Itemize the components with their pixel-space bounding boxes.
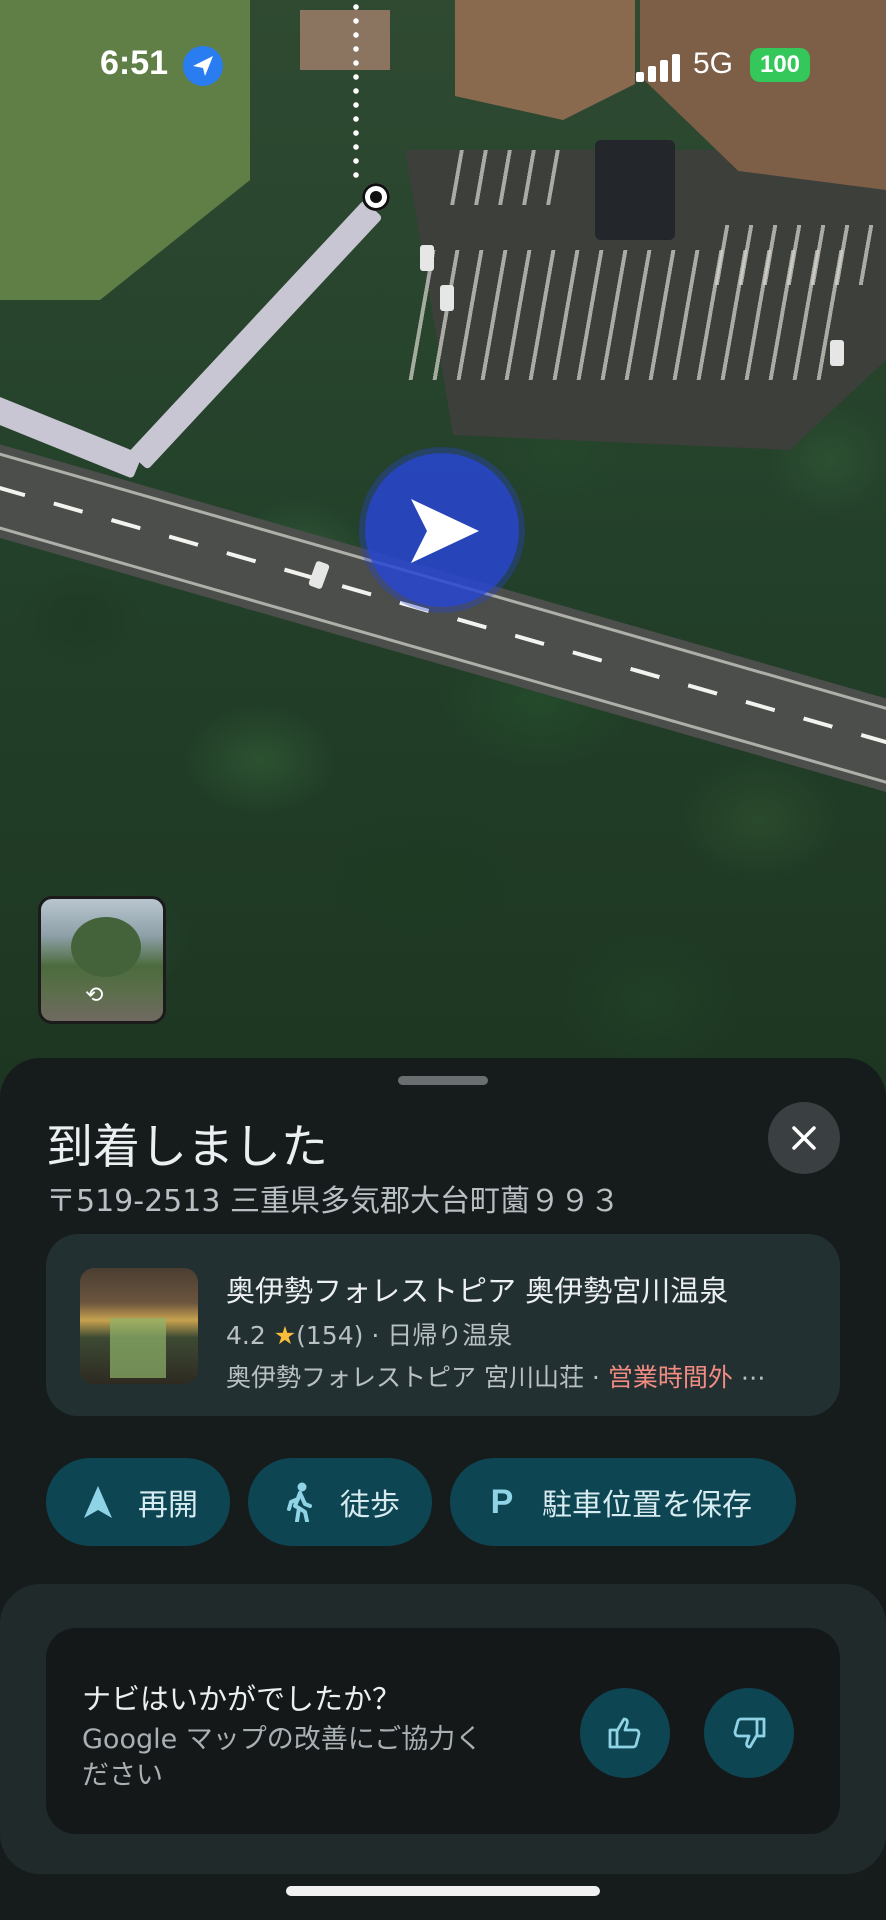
parked-car	[830, 340, 844, 366]
thumbs-down-button[interactable]	[704, 1688, 794, 1778]
walking-icon	[280, 1482, 320, 1522]
status-time: 6:51	[100, 44, 169, 82]
feedback-card: ナビはいかがでしたか？ Google マップの改善にご協力ください	[46, 1628, 840, 1834]
hours-status: 営業時間外	[607, 1363, 733, 1392]
arrival-title: 到着しました	[46, 1120, 328, 1175]
battery-indicator: 100	[750, 48, 810, 82]
save-parking-label: 駐車位置を保存	[542, 1488, 752, 1523]
feedback-subtitle: Google マップの改善にご協力ください	[82, 1724, 483, 1791]
close-icon	[792, 1126, 816, 1150]
separator: ·	[371, 1321, 388, 1350]
rotate-360-icon: ⟲	[85, 983, 104, 1008]
location-services-icon	[183, 46, 223, 86]
thumbs-up-icon	[608, 1717, 641, 1749]
review-count: (154)	[296, 1321, 364, 1350]
close-button[interactable]	[768, 1102, 840, 1174]
walking-button[interactable]: 徒歩	[248, 1458, 432, 1546]
resume-button[interactable]: 再開	[46, 1458, 230, 1546]
destination-pin[interactable]	[362, 183, 390, 211]
separator: ·	[591, 1363, 608, 1392]
feedback-section: ナビはいかがでしたか？ Google マップの改善にご協力ください	[0, 1584, 886, 1874]
action-chips: 再開 徒歩 P 駐車位置を保存	[46, 1458, 846, 1546]
place-name: 奥伊勢フォレストピア 奥伊勢宮川温泉	[226, 1274, 729, 1308]
parking-lines	[714, 225, 886, 285]
satellite-map[interactable]: 6:51 5G 100 ⟲	[0, 0, 886, 1090]
arrival-sheet: 到着しました 〒519-2513 三重県多気郡大台町薗９９３ 奥伊勢フォレストピ…	[0, 1058, 886, 1920]
navigation-arrow-icon	[411, 499, 479, 563]
place-rating-line: 4.2 ★(154) · 日帰り温泉	[226, 1316, 512, 1352]
parking-icon: P	[490, 1482, 514, 1521]
current-location-puck[interactable]	[365, 453, 519, 607]
building-roof	[595, 140, 675, 240]
walking-label: 徒歩	[340, 1488, 400, 1523]
place-card[interactable]: 奥伊勢フォレストピア 奥伊勢宮川温泉 4.2 ★(154) · 日帰り温泉 奥伊…	[46, 1234, 840, 1416]
save-parking-button[interactable]: P 駐車位置を保存	[450, 1458, 796, 1546]
place-sub-name: 奥伊勢フォレストピア 宮川山荘	[226, 1363, 584, 1392]
network-type: 5G	[693, 47, 734, 80]
parked-car	[440, 285, 454, 311]
rating-value: 4.2	[226, 1321, 266, 1350]
navigation-arrow-icon	[78, 1482, 118, 1522]
star-icon: ★	[273, 1321, 297, 1350]
place-photo	[80, 1268, 198, 1384]
feedback-question: ナビはいかがでしたか？	[82, 1682, 402, 1716]
parked-car	[420, 245, 434, 271]
place-category: 日帰り温泉	[387, 1321, 513, 1350]
place-subline: 奥伊勢フォレストピア 宮川山荘 · 営業時間外 ⋯	[226, 1358, 766, 1394]
cell-signal-icon	[636, 52, 680, 82]
destination-address: 〒519-2513 三重県多気郡大台町薗９９３	[46, 1184, 620, 1219]
resume-label: 再開	[138, 1488, 198, 1523]
sheet-drag-handle[interactable]	[398, 1076, 488, 1085]
street-view-thumbnail[interactable]: ⟲	[38, 896, 166, 1024]
more-ellipsis: ⋯	[740, 1363, 766, 1392]
thumbs-down-icon	[733, 1717, 766, 1749]
status-bar: 6:51 5G 100	[0, 0, 886, 130]
thumbs-up-button[interactable]	[580, 1688, 670, 1778]
home-indicator[interactable]	[286, 1886, 600, 1896]
parking-lines	[450, 150, 560, 205]
